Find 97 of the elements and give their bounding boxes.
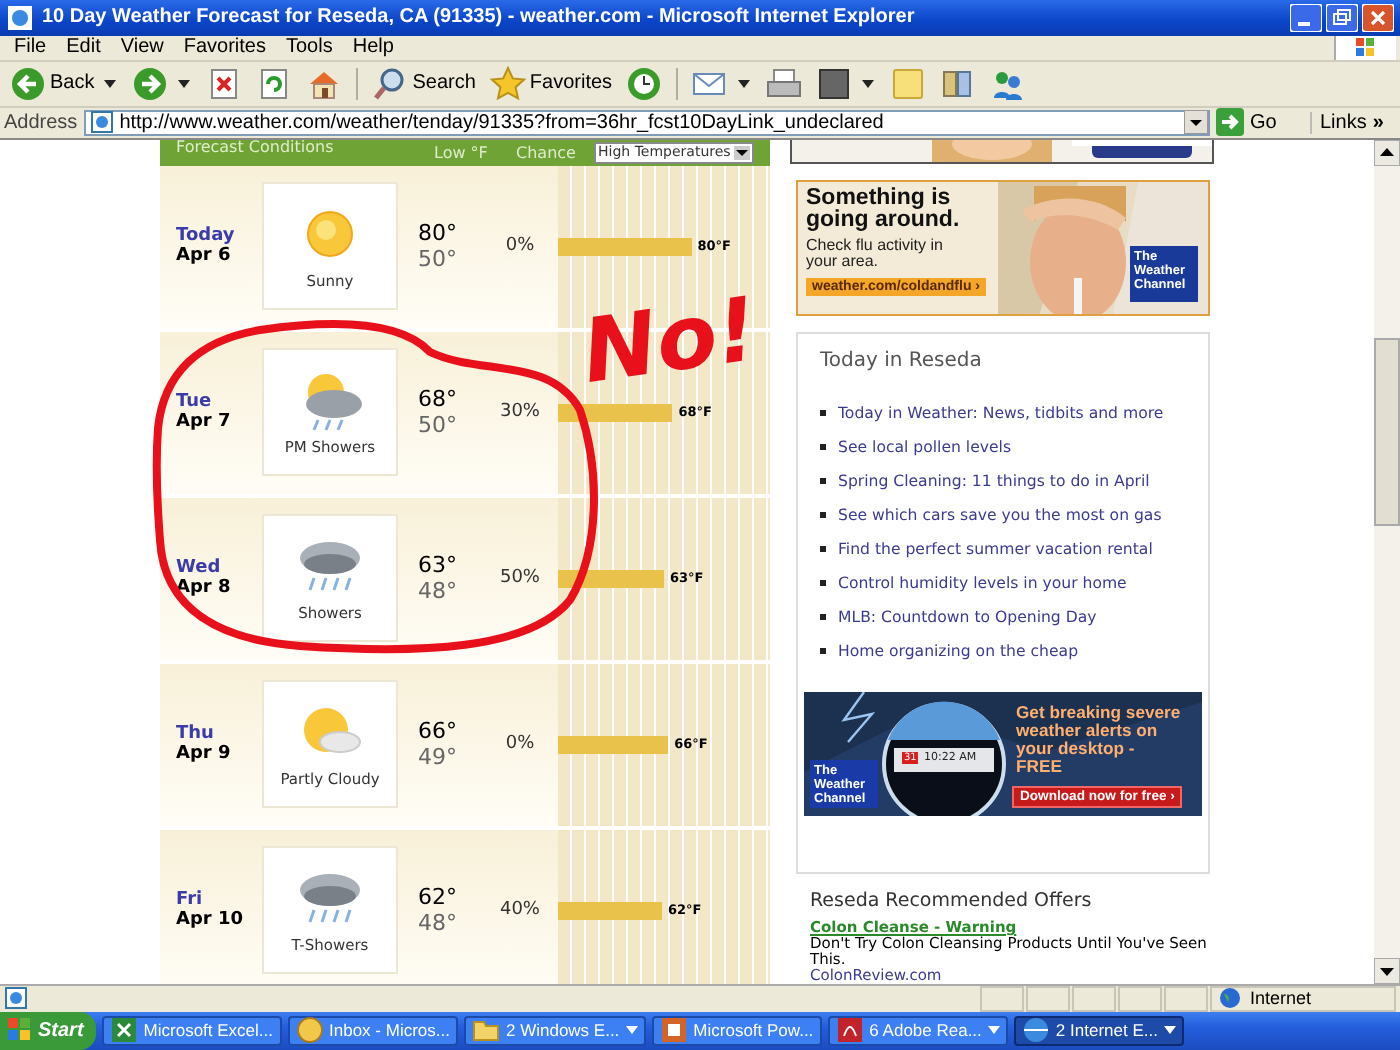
caret-icon[interactable] bbox=[738, 79, 751, 88]
date-text: Apr 6 bbox=[176, 246, 231, 267]
links-button[interactable]: Links » bbox=[1310, 111, 1396, 134]
scroll-up-button[interactable] bbox=[1374, 139, 1400, 166]
caret-icon[interactable] bbox=[862, 79, 875, 88]
zone-label: Internet bbox=[1250, 988, 1312, 1009]
high-temp: 68° bbox=[418, 386, 459, 413]
search-icon bbox=[372, 65, 409, 102]
bullet-icon bbox=[820, 444, 826, 451]
globe-icon bbox=[1218, 986, 1242, 1011]
taskbar-button[interactable]: Microsoft Pow... bbox=[651, 1015, 822, 1046]
date-text: Apr 10 bbox=[176, 910, 246, 931]
spreadsheet-icon bbox=[109, 1016, 138, 1045]
ad-text: Check flu activity in your area. bbox=[806, 238, 945, 271]
taskbar-button[interactable]: Microsoft Excel... bbox=[101, 1015, 282, 1046]
menu-item[interactable]: Favorites bbox=[173, 36, 276, 59]
bullet-icon bbox=[820, 648, 826, 655]
day-name[interactable]: Tue bbox=[176, 392, 262, 413]
dropdown-button[interactable] bbox=[1184, 110, 1208, 135]
bullet-icon bbox=[820, 546, 826, 553]
bullet-icon bbox=[820, 410, 826, 417]
refresh-icon[interactable] bbox=[256, 65, 293, 102]
menu-item[interactable]: Help bbox=[342, 36, 404, 59]
address-label: Address bbox=[4, 111, 78, 134]
taskbar-button[interactable]: 6 Adobe Rea... bbox=[827, 1015, 1008, 1046]
bullet-icon bbox=[820, 478, 826, 485]
high-temp: 80° bbox=[418, 220, 459, 247]
column-header: Forecast Conditions bbox=[174, 139, 336, 156]
scrollbar[interactable] bbox=[1374, 139, 1400, 984]
low-temp: 48° bbox=[418, 578, 459, 605]
high-temp: 66° bbox=[418, 718, 459, 745]
globe-icon bbox=[1021, 1016, 1050, 1045]
back-button[interactable]: Back bbox=[6, 63, 99, 104]
slides-icon bbox=[659, 1016, 688, 1045]
ad-headline: Get breaking severe weather alerts on your desktop - FREE bbox=[1016, 704, 1183, 777]
printer-icon[interactable] bbox=[766, 65, 803, 102]
status-pane bbox=[980, 985, 1024, 1012]
folder-icon bbox=[471, 1016, 500, 1045]
windows-flag-icon bbox=[8, 1018, 32, 1043]
day-name[interactable]: Wed bbox=[176, 558, 262, 579]
document-icon bbox=[835, 1016, 864, 1045]
date-text: Apr 7 bbox=[176, 412, 233, 433]
column-header: Low °F bbox=[432, 143, 490, 162]
precip-chance: 40% bbox=[497, 900, 542, 921]
close-button[interactable] bbox=[1362, 3, 1394, 32]
caret-icon[interactable] bbox=[104, 79, 117, 88]
dropdown-arrow-icon bbox=[734, 145, 751, 160]
status-pane bbox=[1026, 985, 1070, 1012]
low-temp: 48° bbox=[418, 910, 459, 937]
taskbar-button[interactable]: 2 Windows E... bbox=[463, 1015, 646, 1046]
precip-chance: 0% bbox=[503, 734, 537, 755]
restore-button[interactable] bbox=[1326, 3, 1358, 32]
low-temp: 50° bbox=[418, 246, 459, 273]
browser-icon bbox=[6, 3, 34, 32]
page-icon bbox=[89, 110, 114, 135]
high-temp: 63° bbox=[418, 552, 459, 579]
status-pane bbox=[1118, 985, 1162, 1012]
windows-flag-icon bbox=[1334, 35, 1396, 60]
precip-chance: 30% bbox=[497, 402, 542, 423]
low-temp: 49° bbox=[418, 744, 459, 771]
minimize-button[interactable] bbox=[1290, 3, 1322, 32]
day-name[interactable]: Thu bbox=[176, 724, 262, 745]
go-button[interactable]: Go bbox=[1216, 108, 1304, 137]
taskbar-button[interactable]: 2 Internet E... bbox=[1013, 1015, 1184, 1046]
date-text: Apr 9 bbox=[176, 744, 233, 765]
start-button[interactable]: Start bbox=[0, 1011, 96, 1050]
stop-icon[interactable] bbox=[206, 65, 243, 102]
panel-title: Today in Reseda bbox=[818, 350, 984, 373]
menu-item[interactable]: View bbox=[110, 36, 174, 59]
history-icon[interactable] bbox=[626, 65, 663, 102]
status-pane bbox=[1072, 985, 1116, 1012]
window-title: 10 Day Weather Forecast for Reseda, CA (91335) - weather.com - Microsoft Internet Explorer bbox=[42, 6, 917, 29]
menu-item[interactable]: File bbox=[4, 36, 57, 59]
search-button[interactable]: Search bbox=[368, 63, 480, 104]
day-name[interactable]: Fri bbox=[176, 890, 262, 911]
day-name[interactable]: Today bbox=[176, 226, 262, 247]
bullet-icon bbox=[820, 512, 826, 519]
ad-headline: Something is going around. bbox=[806, 188, 962, 233]
menu-item[interactable]: Tools bbox=[275, 36, 343, 59]
favorites-button[interactable]: Favorites bbox=[485, 63, 617, 104]
star-icon bbox=[489, 65, 526, 102]
address-field[interactable]: http://www.weather.com/weather/tenday/91335?from=36hr_fcst10DayLink_undeclared bbox=[83, 109, 1210, 136]
bullet-icon bbox=[820, 614, 826, 621]
low-temp: 50° bbox=[418, 412, 459, 439]
column-header: Chance bbox=[514, 143, 578, 162]
scroll-thumb[interactable] bbox=[1374, 337, 1400, 526]
menu-item[interactable]: Edit bbox=[56, 36, 111, 59]
high-temp: 62° bbox=[418, 884, 459, 911]
precip-chance: 0% bbox=[503, 236, 537, 257]
annotation-text: No! bbox=[576, 278, 764, 405]
taskbar-button[interactable]: Inbox - Micros... bbox=[287, 1015, 458, 1046]
caret-icon[interactable] bbox=[178, 79, 191, 88]
date-text: Apr 8 bbox=[176, 578, 233, 599]
section-title: Reseda Recommended Offers bbox=[810, 889, 1094, 912]
precip-chance: 50% bbox=[497, 568, 542, 589]
scroll-down-button[interactable] bbox=[1374, 957, 1400, 984]
bullet-icon bbox=[820, 580, 826, 587]
